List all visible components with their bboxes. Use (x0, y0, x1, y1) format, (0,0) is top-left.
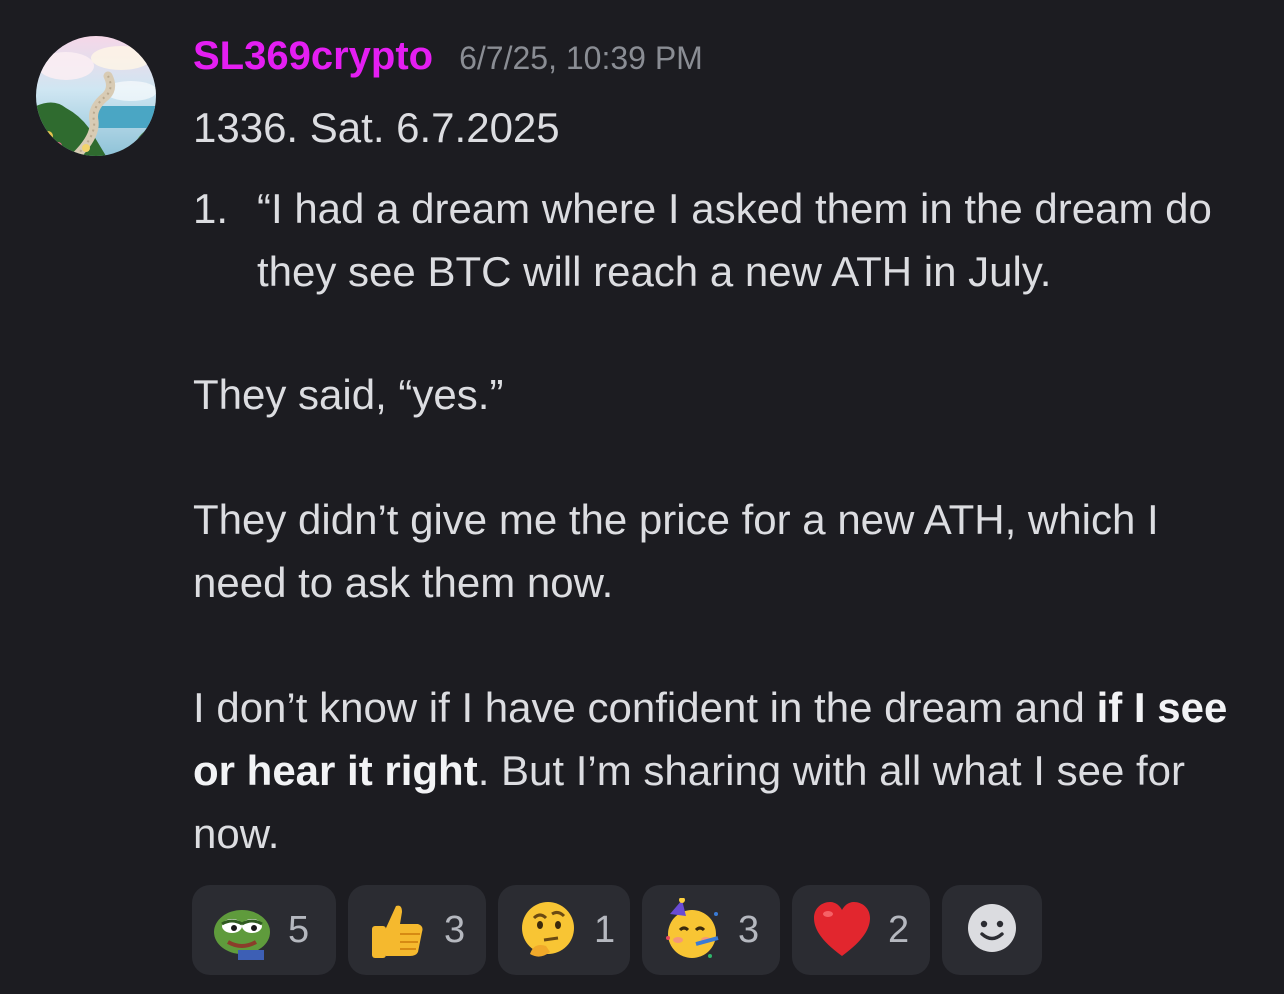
reaction-count: 3 (738, 908, 760, 951)
reaction-thinking[interactable]: 1 (498, 885, 630, 975)
reactions-bar: 5 3 1 3 2 (192, 885, 1042, 975)
red-heart-emoji (810, 898, 874, 962)
add-reaction-smiley-icon (966, 902, 1018, 958)
list-item-number: 1. (193, 185, 229, 232)
timestamp: 6/7/25, 10:39 PM (459, 40, 703, 76)
partying-face-emoji (660, 898, 724, 962)
add-reaction-button[interactable] (942, 885, 1042, 975)
avatar-image (36, 36, 156, 156)
pepe-frog-emoji (210, 898, 274, 962)
reaction-count: 3 (444, 908, 466, 951)
reaction-thumbs-up[interactable]: 3 (348, 885, 486, 975)
list-item: 1. “I had a dream where I asked them in … (193, 177, 1263, 303)
username[interactable]: SL369crypto (193, 34, 433, 79)
thumbs-up-emoji (366, 898, 430, 962)
reaction-heart[interactable]: 2 (792, 885, 930, 975)
message-title-line: 1336. Sat. 6.7.2025 (193, 104, 560, 151)
reaction-partying[interactable]: 3 (642, 885, 780, 975)
message-paragraph: They didn’t give me the price for a new … (193, 496, 1159, 606)
paragraph-text: I don’t know if I have confident in the … (193, 684, 1097, 731)
reaction-pepe[interactable]: 5 (192, 885, 336, 975)
message-header: SL369crypto 6/7/25, 10:39 PM (193, 34, 703, 84)
message-paragraph: I don’t know if I have confident in the … (193, 676, 1263, 865)
thinking-face-emoji (516, 898, 580, 962)
message-paragraph: They said, “yes.” (193, 371, 504, 418)
message-content: 1336. Sat. 6.7.2025 1. “I had a dream wh… (193, 96, 1263, 865)
list-item-text: “I had a dream where I asked them in the… (257, 185, 1212, 295)
avatar[interactable] (36, 36, 156, 156)
reaction-count: 1 (594, 908, 616, 951)
reaction-count: 5 (288, 908, 310, 951)
reaction-count: 2 (888, 908, 910, 951)
